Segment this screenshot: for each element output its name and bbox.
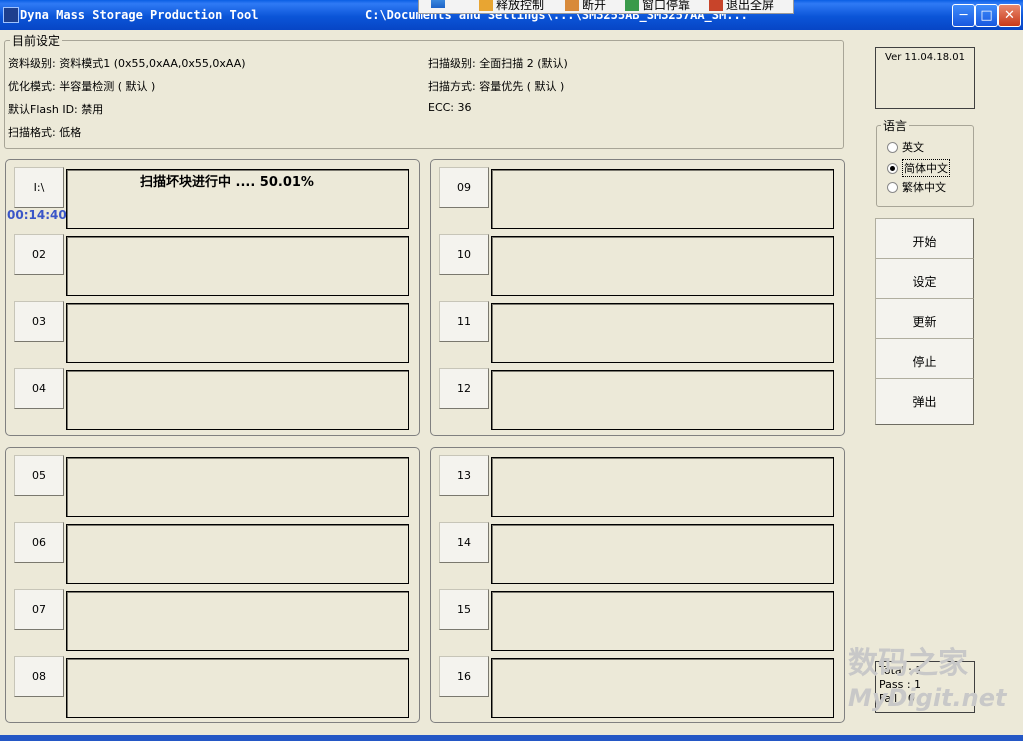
app-icon: [3, 7, 19, 23]
port-status-box-8: [66, 658, 409, 718]
port-status-box-7: [66, 591, 409, 651]
minimize-icon: ─: [959, 8, 968, 23]
maximize-icon: □: [980, 8, 993, 23]
flash-id-text: 默认Flash ID: 禁用: [8, 103, 104, 116]
pin-button[interactable]: [431, 0, 445, 8]
taskbar-strip: [0, 735, 1023, 741]
port-status-box-5: [66, 457, 409, 517]
port-status-box-10: [491, 236, 834, 296]
language-english-label: 英文: [902, 141, 924, 154]
port-status-box-6: [66, 524, 409, 584]
port-button-2[interactable]: 02: [14, 234, 64, 275]
ecc-text: ECC: 36: [428, 101, 472, 114]
port-button-5[interactable]: 05: [14, 455, 64, 496]
port-button-14[interactable]: 14: [439, 522, 489, 563]
port-status-box-14: [491, 524, 834, 584]
port-status-box-2: [66, 236, 409, 296]
dock-window-button[interactable]: 窗口停靠: [625, 0, 690, 13]
radio-simplified[interactable]: [887, 162, 898, 174]
close-icon: ✕: [1004, 8, 1015, 23]
scan-format-text: 扫描格式: 低格: [8, 126, 82, 139]
language-option-simplified[interactable]: 简体中文: [887, 159, 950, 177]
port-button-15[interactable]: 15: [439, 589, 489, 630]
window-title: Dyna Mass Storage Production Tool: [20, 8, 259, 22]
exit-fullscreen-icon: [709, 0, 723, 11]
port-button-12[interactable]: 12: [439, 368, 489, 409]
pin-icon: [431, 0, 445, 8]
port-button-10[interactable]: 10: [439, 234, 489, 275]
scan-method-text: 扫描方式: 容量优先 ( 默认 ): [428, 80, 565, 93]
port-button-4[interactable]: 04: [14, 368, 64, 409]
language-option-traditional[interactable]: 繁体中文: [887, 179, 946, 195]
disconnect-label: 断开: [582, 0, 607, 12]
data-level-text: 资料级别: 资料模式1 (0x55,0xAA,0x55,0xAA): [8, 57, 246, 70]
port-status-box-12: [491, 370, 834, 430]
port-button-6[interactable]: 06: [14, 522, 64, 563]
disconnect-icon: [565, 0, 579, 11]
port-status-box-13: [491, 457, 834, 517]
port-button-1[interactable]: I:\: [14, 167, 64, 208]
release-control-label: 释放控制: [496, 0, 545, 12]
version-box: Ver 11.04.18.01: [875, 47, 975, 109]
port-status-box-3: [66, 303, 409, 363]
port-status-box-9: [491, 169, 834, 229]
release-control-button[interactable]: 释放控制: [479, 0, 544, 13]
dock-window-label: 窗口停靠: [642, 0, 691, 12]
port-button-13[interactable]: 13: [439, 455, 489, 496]
disconnect-button[interactable]: 断开: [565, 0, 606, 13]
port-status-box-15: [491, 591, 834, 651]
port-button-16[interactable]: 16: [439, 656, 489, 697]
watermark-en: MyDigit.net: [848, 684, 1007, 712]
language-simplified-label: 简体中文: [902, 159, 950, 177]
language-traditional-label: 繁体中文: [902, 181, 946, 194]
port-button-7[interactable]: 07: [14, 589, 64, 630]
port-status-box-1: 扫描坏块进行中 .... 50.01%: [66, 169, 409, 229]
release-icon: [479, 0, 493, 11]
optimize-mode-text: 优化模式: 半容量检测 ( 默认 ): [8, 80, 156, 93]
port-button-3[interactable]: 03: [14, 301, 64, 342]
port-status-box-11: [491, 303, 834, 363]
radio-traditional[interactable]: [887, 181, 898, 193]
language-group-title: 语言: [881, 117, 910, 134]
scan-level-text: 扫描级别: 全面扫描 2 (默认): [428, 57, 568, 70]
language-option-english[interactable]: 英文: [887, 139, 924, 155]
dock-icon: [625, 0, 639, 11]
port-status-text-1: 扫描坏块进行中 .... 50.01%: [140, 175, 314, 190]
port-button-11[interactable]: 11: [439, 301, 489, 342]
exit-fullscreen-button[interactable]: 退出全屏: [709, 0, 774, 13]
version-text: Ver 11.04.18.01: [885, 52, 965, 63]
port-status-box-16: [491, 658, 834, 718]
port-timer-1: 00:14:40: [7, 208, 67, 222]
radio-english[interactable]: [887, 141, 898, 153]
close-button[interactable]: ✕: [998, 4, 1021, 27]
watermark-cn: 数码之家: [848, 646, 968, 681]
remote-toolbar: 释放控制 断开 窗口停靠 退出全屏: [418, 0, 794, 14]
minimize-button[interactable]: ─: [952, 4, 975, 27]
port-button-9[interactable]: 09: [439, 167, 489, 208]
maximize-button[interactable]: □: [975, 4, 998, 27]
settings-group-title: 目前设定: [10, 32, 63, 49]
eject-button[interactable]: 弹出: [875, 378, 974, 425]
exit-fullscreen-label: 退出全屏: [726, 0, 775, 12]
port-button-8[interactable]: 08: [14, 656, 64, 697]
port-status-box-4: [66, 370, 409, 430]
